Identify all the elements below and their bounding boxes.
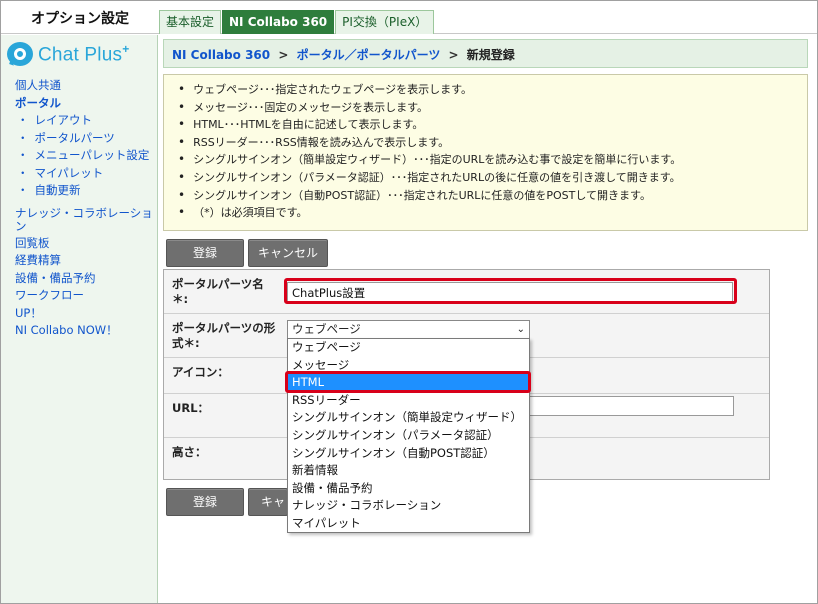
dropdown-option[interactable]: ウェブページ [288,339,529,357]
breadcrumb-current: 新規登録 [466,48,515,62]
dropdown-option[interactable]: ナレッジ・コラボレーション [288,497,529,515]
url-input[interactable] [528,396,734,416]
breadcrumb-separator: > [278,48,289,62]
sidebar-nav: 個人共通 ポータル ・レイアウト ・ポータルパーツ ・メニューパレット設定 ・マ… [15,77,155,340]
icon-label: アイコン： [172,365,229,379]
chevron-down-icon: ⌄ [516,324,525,335]
sidebar-item-circular[interactable]: 回覧板 [15,235,155,253]
dropdown-option[interactable]: 新着情報 [288,462,529,480]
breadcrumb-ni-collabo[interactable]: NI Collabo 360 [172,48,270,62]
info-line: シングルサインオン（自動POST認証）･･･指定されたURLに任意の値をPOST… [178,187,799,205]
sidebar-item-portal[interactable]: ポータル [15,95,155,113]
header-bar: オプション設定 基本設定 NI Collabo 360 PI交換（PIeX） [1,1,817,34]
breadcrumb-separator: > [448,48,459,62]
type-label: ポータルパーツの形 式＊: [172,321,276,350]
height-label: 高さ： [172,445,207,459]
cancel-button-bottom[interactable]: キャン [248,488,288,516]
portal-parts-type-select[interactable]: ウェブページ ⌄ [287,320,530,339]
sidebar-item-auto-update[interactable]: ・自動更新 [15,182,155,200]
info-line: ウェブページ･･･指定されたウェブページを表示します。 [178,81,799,99]
chatplus-logo: Chat Plus+ [7,42,130,67]
breadcrumb-portal-parts[interactable]: ポータル／ポータルパーツ [297,48,441,62]
sidebar-item-personal[interactable]: 個人共通 [15,77,155,95]
info-line: メッセージ･･･固定のメッセージを表示します。 [178,99,799,117]
chat-bubble-icon [7,42,33,67]
info-line: シングルサインオン（簡単設定ウィザード）･･･指定のURLを読み込む事で設定を簡… [178,151,799,169]
register-button[interactable]: 登録 [166,239,244,267]
html-option-highlight [285,371,531,393]
logo-text: Chat Plus+ [38,42,130,66]
sidebar-item-up[interactable]: UP！ [15,305,155,323]
tab-ni-collabo[interactable]: NI Collabo 360 [222,10,335,34]
tab-piex[interactable]: PI交換（PIeX） [335,10,435,34]
dropdown-option[interactable]: シングルサインオン（簡単設定ウィザード） [288,409,529,427]
sidebar-item-expense[interactable]: 経費精算 [15,252,155,270]
sidebar-item-layout[interactable]: ・レイアウト [15,112,155,130]
url-label: URL： [172,401,210,415]
breadcrumb: NI Collabo 360 > ポータル／ポータルパーツ > 新規登録 [163,39,808,68]
sidebar-item-workflow[interactable]: ワークフロー [15,287,155,305]
tab-basic-settings[interactable]: 基本設定 [159,10,222,34]
cancel-button[interactable]: キャンセル [248,239,328,267]
info-line: HTML･･･HTMLを自由に記述して表示します。 [178,116,799,134]
name-label: ポータルパーツ名 ＊: [172,277,264,306]
info-line: （*）は必須項目です。 [178,204,799,222]
type-dropdown-list: ウェブページ メッセージ HTML RSSリーダー シングルサインオン（簡単設定… [287,338,530,533]
sidebar-item-facility[interactable]: 設備・備品予約 [15,270,155,288]
select-value: ウェブページ [292,322,361,336]
sidebar-item-menu-palette[interactable]: ・メニューパレット設定 [15,147,155,165]
dropdown-option[interactable]: 設備・備品予約 [288,480,529,498]
dropdown-option[interactable]: シングルサインオン（パラメータ認証） [288,427,529,445]
sidebar-item-portal-parts[interactable]: ・ポータルパーツ [15,130,155,148]
dropdown-option[interactable]: シングルサインオン（自動POST認証） [288,445,529,463]
info-line: シングルサインオン（パラメータ認証）･･･指定されたURLの後に任意の値を引き渡… [178,169,799,187]
sidebar: Chat Plus+ 個人共通 ポータル ・レイアウト ・ポータルパーツ ・メニ… [1,35,158,603]
name-input-highlight [284,278,737,304]
page-title: オプション設定 [31,11,129,27]
dropdown-option[interactable]: マイパレット [288,515,529,533]
dropdown-option[interactable]: RSSリーダー [288,392,529,410]
sidebar-item-knowledge[interactable]: ナレッジ・コラボレーション [15,205,155,235]
sidebar-item-collabo-now[interactable]: NI Collabo NOW！ [15,322,155,340]
info-line: RSSリーダー･･･RSS情報を読み込んで表示します。 [178,134,799,152]
sidebar-item-my-palette[interactable]: ・マイパレット [15,165,155,183]
tab-bar: 基本設定 NI Collabo 360 PI交換（PIeX） [159,10,435,34]
register-button-bottom[interactable]: 登録 [166,488,244,516]
info-box: ウェブページ･･･指定されたウェブページを表示します。 メッセージ･･･固定のメ… [163,74,808,231]
